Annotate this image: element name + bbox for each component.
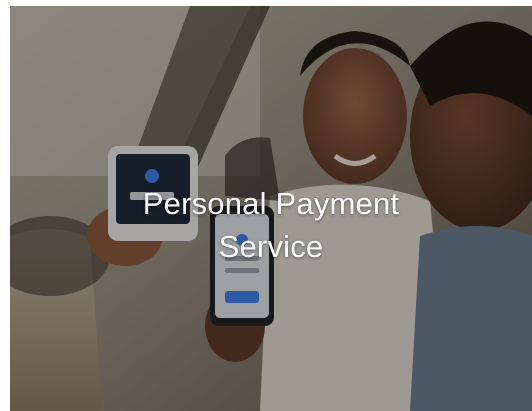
- service-title: Personal Payment Service: [10, 182, 532, 268]
- service-title-line-2: Service: [218, 229, 324, 264]
- service-card[interactable]: Personal Payment Service: [10, 6, 532, 411]
- service-title-line-1: Personal Payment: [142, 186, 400, 221]
